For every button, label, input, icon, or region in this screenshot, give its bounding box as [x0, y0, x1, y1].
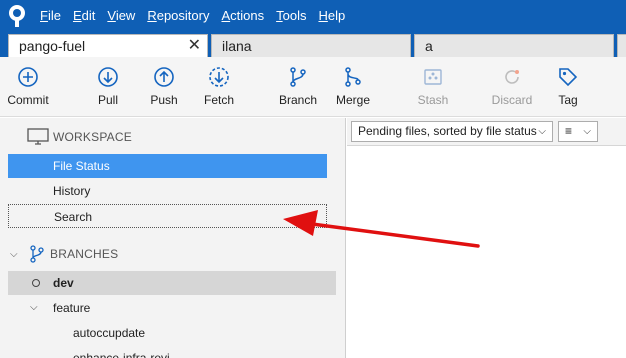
merge-icon [345, 67, 361, 87]
close-icon[interactable]: ✕ [188, 35, 201, 57]
branches-header-label: BRANCHES [50, 247, 119, 261]
tab-label: ilana [222, 38, 252, 54]
tag-icon [559, 68, 578, 87]
push-button[interactable]: Push [148, 65, 180, 107]
workspace-header-label: WORKSPACE [53, 130, 132, 144]
stash-label: Stash [417, 93, 449, 107]
sidebar-item-search[interactable]: Search [8, 204, 327, 228]
chevron-down-icon: ⌵ [583, 126, 591, 137]
sidebar-item-label: History [53, 184, 91, 198]
branch-button[interactable]: Branch [278, 65, 318, 107]
menu-repository[interactable]: Repository [141, 0, 215, 32]
branch-folder-label: feature [53, 301, 91, 315]
sidebar-item-history[interactable]: History [8, 179, 327, 203]
commit-button[interactable]: Commit [6, 65, 50, 107]
tab-label: a [425, 38, 433, 54]
discard-icon [505, 70, 519, 84]
branch-item-dev[interactable]: dev [8, 271, 336, 295]
sidebar-item-label: File Status [53, 159, 110, 173]
push-icon [154, 67, 174, 87]
branch-label: Branch [278, 93, 318, 107]
fetch-icon [209, 67, 229, 87]
branch-item-enhance-infra-revi[interactable]: enhance-infra-revi [8, 346, 336, 358]
push-label: Push [150, 93, 178, 107]
menu-tools[interactable]: Tools [270, 0, 312, 32]
monitor-icon [27, 128, 49, 145]
sourcetree-logo-icon [0, 0, 34, 32]
branch-label: autoccupdate [73, 326, 146, 340]
branch-label: dev [53, 276, 74, 290]
menu-bar: File Edit View Repository Actions Tools … [0, 0, 626, 32]
sidebar-item-label: Search [54, 210, 93, 224]
branch-icon [290, 67, 306, 87]
main-toolbar: Commit Pull Push Fetch Branch Merge Stas… [0, 57, 626, 117]
merge-label: Merge [335, 93, 370, 107]
pull-icon [98, 67, 118, 87]
view-mode-dropdown[interactable]: ≡ ⌵ [558, 121, 598, 142]
file-status-panel: Pending files, sorted by file status ⌵ ≡… [347, 118, 626, 358]
stash-icon [424, 69, 442, 85]
sort-dropdown-label: Pending files, sorted by file status [358, 124, 537, 138]
tag-label: Tag [558, 93, 578, 107]
menu-actions[interactable]: Actions [215, 0, 270, 32]
chevron-down-icon: ⌵ [30, 302, 38, 313]
chevron-down-icon: ⌵ [538, 126, 546, 137]
tab-new[interactable] [617, 34, 626, 57]
stash-button[interactable]: Stash [415, 65, 451, 107]
menu-edit[interactable]: Edit [67, 0, 101, 32]
list-icon: ≡ [565, 124, 573, 138]
fetch-button[interactable]: Fetch [202, 65, 236, 107]
discard-button[interactable]: Discard [490, 65, 534, 107]
tab-a[interactable]: a [414, 34, 614, 57]
pull-label: Pull [97, 93, 118, 107]
chevron-down-icon: ⌵ [10, 248, 18, 260]
sidebar-item-file-status[interactable]: File Status [8, 154, 327, 178]
menu-file[interactable]: File [34, 0, 67, 32]
workspace-header[interactable]: WORKSPACE [0, 126, 346, 148]
menu-view[interactable]: View [101, 0, 141, 32]
commit-label: Commit [7, 93, 49, 107]
branch-icon [30, 245, 44, 263]
pull-button[interactable]: Pull [92, 65, 124, 107]
tab-pango-fuel[interactable]: pango-fuel ✕ [8, 34, 208, 57]
branch-label: enhance-infra-revi [73, 351, 170, 358]
merge-button[interactable]: Merge [334, 65, 372, 107]
tag-button[interactable]: Tag [555, 65, 581, 107]
sidebar: WORKSPACE File Status History Search ⌵ B… [0, 118, 346, 358]
file-status-toolbar: Pending files, sorted by file status ⌵ ≡… [347, 118, 626, 146]
current-branch-icon [32, 279, 40, 287]
menu-help[interactable]: Help [312, 0, 351, 32]
branch-item-autoccupdate[interactable]: autoccupdate [8, 321, 336, 345]
branch-folder-feature[interactable]: ⌵ feature [8, 296, 336, 320]
fetch-label: Fetch [203, 93, 234, 107]
commit-icon [18, 67, 38, 87]
discard-label: Discard [491, 93, 533, 107]
tab-label: pango-fuel [19, 38, 86, 54]
tab-ilana[interactable]: ilana [211, 34, 411, 57]
repo-tab-bar: pango-fuel ✕ ilana a [0, 32, 626, 57]
sort-dropdown[interactable]: Pending files, sorted by file status ⌵ [351, 121, 553, 142]
branches-header[interactable]: ⌵ BRANCHES [0, 243, 346, 265]
